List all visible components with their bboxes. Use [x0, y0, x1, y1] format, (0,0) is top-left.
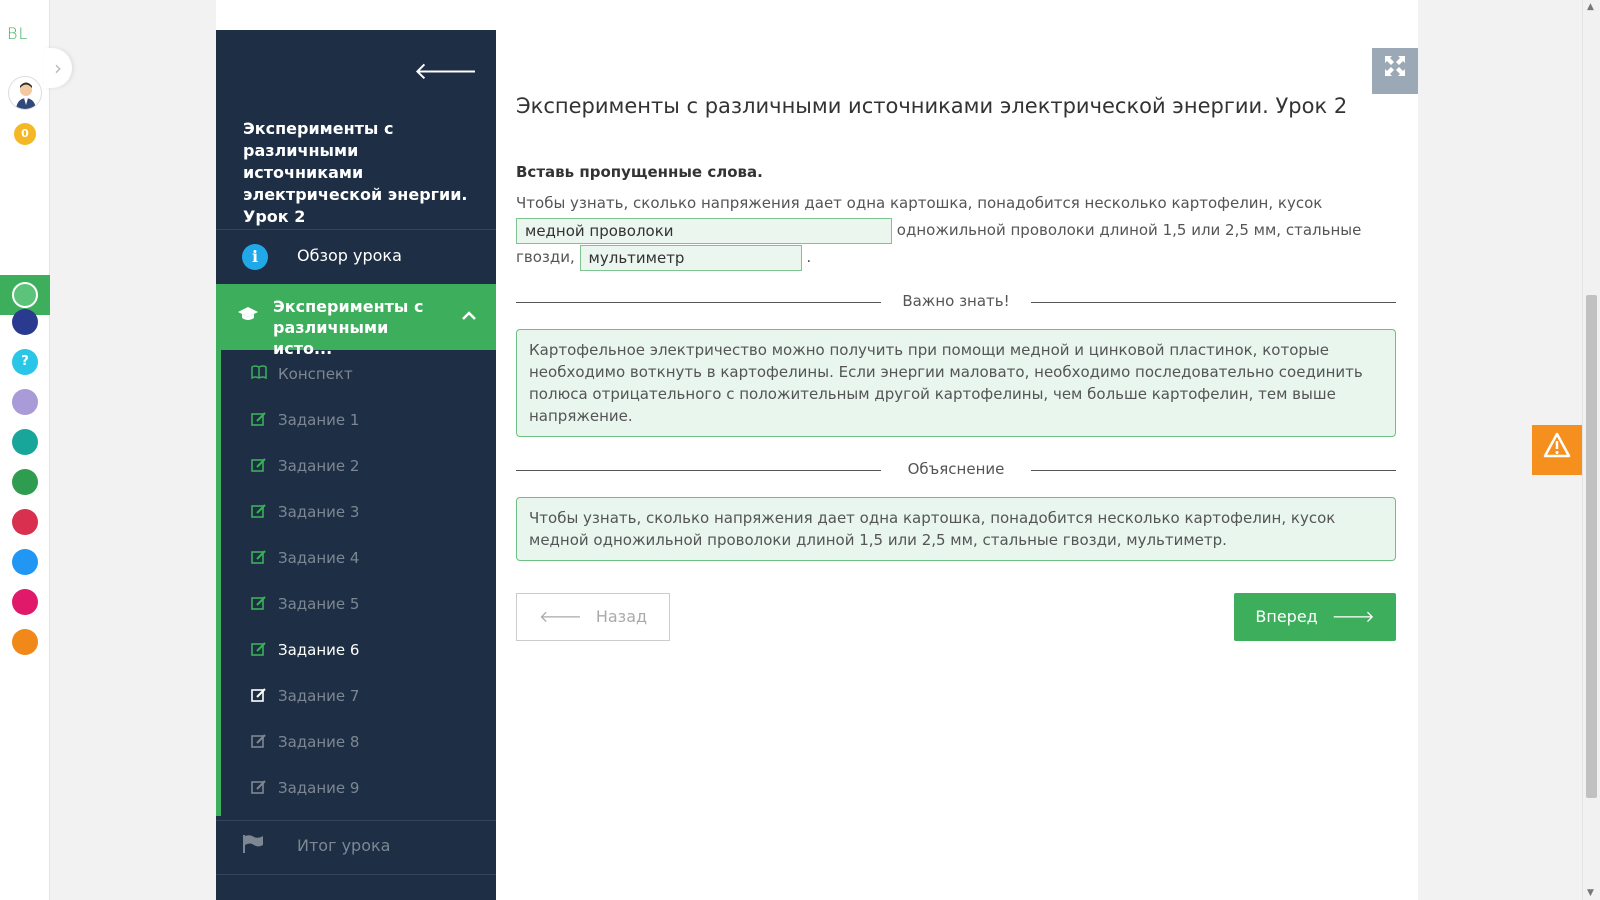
book-icon — [251, 365, 267, 381]
sidebar-item-task-3[interactable]: Задание 3 — [221, 490, 496, 536]
rail-app-bilim-shop[interactable] — [12, 509, 38, 535]
sidebar-item-task-8[interactable]: Задание 8 — [221, 720, 496, 766]
scroll-thumb[interactable] — [1586, 295, 1597, 798]
back-button-label: Назад — [595, 607, 648, 626]
back-arrow-icon[interactable]: 🡐 — [414, 56, 478, 85]
rail-app-bilimkitap[interactable] — [12, 629, 38, 655]
blank-answer-1[interactable]: медной проволоки — [516, 217, 892, 244]
page-title: Эксперименты с различными источниками эл… — [516, 94, 1348, 118]
sidebar-item-task-1[interactable]: Задание 1 — [221, 398, 496, 444]
sidebar-item-task-6[interactable]: Задание 6 — [221, 628, 496, 674]
rail-app-twig[interactable] — [12, 589, 38, 615]
sidebar-item-label: Задание 7 — [278, 687, 360, 705]
sidebar-item-task-5[interactable]: Задание 5 — [221, 582, 496, 628]
sidebar-item-task-4[interactable]: Задание 4 — [221, 536, 496, 582]
report-warning-button[interactable] — [1532, 425, 1582, 475]
coins-badge[interactable]: 0 — [14, 123, 36, 145]
expand-icon — [1385, 56, 1405, 76]
important-divider: Важно знать! — [516, 292, 1396, 312]
sidebar-item-label: Задание 6 — [278, 641, 360, 659]
sidebar-item-label: Задание 9 — [278, 779, 360, 797]
keyboard-icon[interactable] — [12, 389, 38, 415]
sidebar-item-label: Итог урока — [297, 836, 391, 855]
rail-app-smart-nation[interactable] — [12, 309, 38, 335]
brand-logo[interactable]: BL — [7, 24, 28, 43]
edit-icon — [251, 687, 267, 703]
sidebar-item-task-2[interactable]: Задание 2 — [221, 444, 496, 490]
task-sentence: Чтобы узнать, сколько напряжения дает од… — [516, 190, 1396, 271]
online-mektep-icon — [12, 282, 38, 308]
explanation-note: Чтобы узнать, сколько напряжения дает од… — [516, 497, 1396, 561]
lesson-sidebar: 🡐 Эксперименты с различными источниками … — [216, 30, 496, 900]
chevron-up-icon[interactable] — [462, 306, 476, 325]
rail-app-bilim-class[interactable] — [12, 429, 38, 455]
edit-icon — [251, 549, 267, 565]
graduation-cap-icon — [238, 306, 258, 327]
lesson-subitems: Конспект Задание 1 Задание 2 Задание 3 З… — [216, 350, 496, 816]
sidebar-item-task-7[interactable]: Задание 7 — [221, 674, 496, 720]
explanation-divider: Объяснение — [516, 460, 1396, 480]
sidebar-item-summary[interactable]: Итог урока — [216, 820, 496, 874]
flag-icon — [242, 834, 264, 859]
page-scrollbar[interactable]: ▲ ▼ — [1582, 0, 1600, 900]
info-icon: i — [242, 244, 268, 270]
sentence-text: . — [806, 248, 812, 266]
next-button-label: Вперед — [1255, 607, 1318, 626]
blank-answer-2[interactable]: мультиметр — [579, 244, 802, 271]
sidebar-item-konspekt[interactable]: Конспект — [221, 352, 496, 398]
edit-icon — [251, 503, 267, 519]
user-avatar[interactable] — [8, 76, 42, 110]
sidebar-item-label: Конспект — [278, 365, 353, 383]
sidebar-item-label: Обзор урока — [297, 246, 402, 265]
back-button[interactable]: 🡐 Назад — [516, 593, 670, 641]
important-note: Картофельное электричество можно получит… — [516, 329, 1396, 437]
rail-expand-chevron-icon[interactable]: › — [44, 48, 72, 88]
sidebar-item-label: Задание 5 — [278, 595, 360, 613]
important-heading: Важно знать! — [902, 292, 1010, 310]
edit-icon — [251, 411, 267, 427]
scroll-down-icon[interactable]: ▼ — [1587, 888, 1594, 898]
explanation-heading: Объяснение — [907, 460, 1005, 478]
edit-icon — [251, 779, 267, 795]
sentence-text: Чтобы узнать, сколько напряжения дает од… — [516, 194, 1323, 212]
edit-icon — [251, 595, 267, 611]
task-instruction: Вставь пропущенные слова. — [516, 163, 763, 181]
sidebar-item-label: Задание 3 — [278, 503, 360, 521]
scroll-up-icon[interactable]: ▲ — [1587, 2, 1594, 12]
rail-app-tasks[interactable] — [12, 549, 38, 575]
rail-app-bilim-land[interactable] — [12, 469, 38, 495]
sidebar-divider — [216, 874, 496, 875]
edit-icon — [251, 733, 267, 749]
sidebar-item-task-9[interactable]: Задание 9 — [221, 766, 496, 812]
arrow-left-icon: 🡐 — [538, 607, 582, 626]
sidebar-item-overview[interactable]: i Обзор урока — [216, 230, 496, 284]
sidebar-lesson-title: Эксперименты с различными источниками эл… — [243, 119, 468, 226]
sidebar-item-label: Задание 2 — [278, 457, 360, 475]
warning-icon — [1543, 432, 1571, 458]
app-rail: BL 0 ? — [0, 0, 50, 900]
sidebar-item-label: Задание 8 — [278, 733, 360, 751]
sidebar-item-label: Задание 1 — [278, 411, 360, 429]
sidebar-item-label: Задание 4 — [278, 549, 360, 567]
arrow-right-icon: 🡒 — [1331, 607, 1375, 626]
help-icon[interactable]: ? — [12, 349, 38, 375]
fullscreen-button[interactable] — [1372, 48, 1418, 94]
sidebar-item-lesson[interactable]: Эксперименты с различными исто... — [216, 284, 496, 358]
next-button[interactable]: Вперед 🡒 — [1234, 593, 1396, 641]
edit-icon — [251, 457, 267, 473]
edit-icon — [251, 641, 267, 657]
